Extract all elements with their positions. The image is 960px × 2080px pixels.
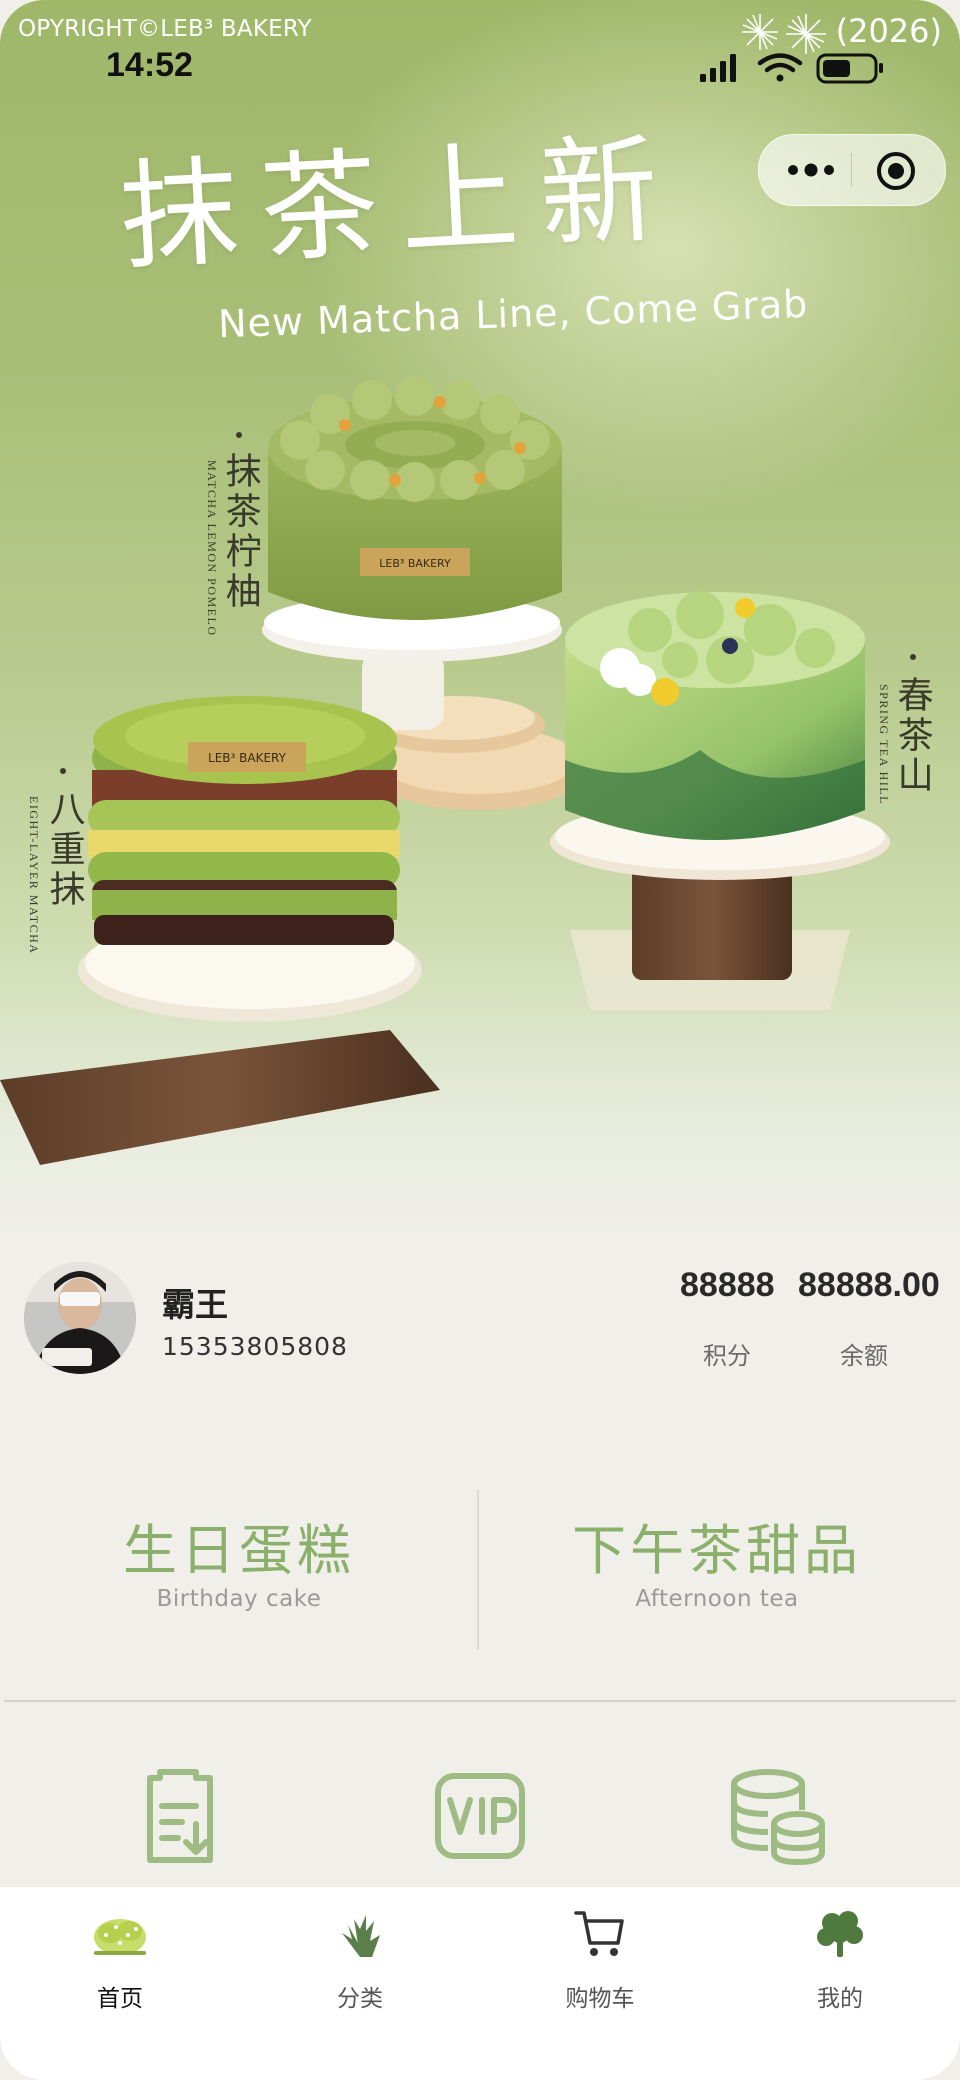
balance-value[interactable]: 88888.00	[798, 1266, 940, 1305]
copyright-text: OPYRIGHT©LEB³ BAKERY	[18, 16, 312, 42]
app-screen: OPYRIGHT©LEB³ BAKERY (2026) 14:52 抹茶上新 N…	[0, 0, 960, 2080]
cake-label-eight-layer: 八重抹	[43, 790, 85, 910]
category-plant-icon	[342, 1915, 380, 1957]
cake-label-spring-tea: 春茶山	[891, 676, 933, 796]
category-subtitle: Birthday cake	[156, 1586, 322, 1612]
profile-flower-icon	[817, 1911, 863, 1957]
wifi-icon	[757, 53, 803, 82]
cake-label-eight-layer-en: EIGHT-LAYER MATCHA	[27, 796, 41, 955]
avatar[interactable]	[24, 1262, 136, 1374]
tab-label: 首页	[97, 1986, 143, 2012]
user-info-row: 霸王 15353805808 88888 积分 88888.00 余额	[0, 1240, 960, 1420]
tab-label: 购物车	[565, 1986, 635, 2012]
user-phone: 15353805808	[162, 1332, 348, 1361]
cake-label-spring-tea-en: SPRING TEA HILL	[877, 684, 891, 805]
cake-plaque-text: LEB³ BAKERY	[379, 557, 451, 570]
cake-plaque-text: LEB³ BAKERY	[208, 751, 287, 765]
label-dot	[910, 654, 916, 660]
balance-label: 余额	[840, 1342, 888, 1370]
vip-icon[interactable]	[430, 1766, 530, 1866]
close-target-icon[interactable]	[875, 150, 917, 192]
category-birthday-cake[interactable]: 生日蛋糕 Birthday cake	[0, 1420, 478, 1700]
cake-illustration: LEB³ BAKERY LEB³ BAKERY	[0, 376, 890, 1165]
hero-banner[interactable]: OPYRIGHT©LEB³ BAKERY (2026) 14:52 抹茶上新 N…	[0, 0, 960, 1240]
home-bush-icon	[94, 1919, 146, 1955]
cart-icon	[574, 1911, 624, 1956]
tab-category[interactable]: 分类	[240, 1887, 480, 2080]
category-title: 下午茶甜品	[572, 1519, 862, 1582]
order-clipboard-icon[interactable]	[130, 1766, 230, 1866]
section-divider	[4, 1700, 956, 1702]
label-dot	[236, 432, 242, 438]
tab-label: 我的	[817, 1986, 863, 2012]
category-subtitle: Afternoon tea	[635, 1586, 799, 1612]
coins-icon[interactable]	[728, 1766, 828, 1866]
tab-profile[interactable]: 我的	[720, 1887, 960, 2080]
tab-home[interactable]: 首页	[0, 1887, 240, 2080]
tab-bar: 首页 分类 购物车 我的	[0, 1886, 960, 2080]
status-time: 14:52	[106, 46, 193, 84]
battery-icon	[816, 53, 883, 84]
label-dot	[60, 768, 66, 774]
hero-headline: 抹茶上新	[116, 119, 684, 287]
capsule-divider	[851, 153, 852, 187]
category-afternoon-tea[interactable]: 下午茶甜品 Afternoon tea	[478, 1420, 956, 1700]
points-label: 积分	[703, 1342, 751, 1370]
signal-icon	[700, 54, 736, 82]
points-value[interactable]: 88888	[680, 1266, 775, 1305]
tab-cart[interactable]: 购物车	[480, 1887, 720, 2080]
cake-label-matcha-lemon-en: MATCHA LEMON POMELO	[205, 460, 219, 637]
year-text: (2026)	[835, 12, 942, 50]
status-icons	[700, 53, 883, 84]
tab-label: 分类	[337, 1986, 383, 2012]
category-panel: 生日蛋糕 Birthday cake 下午茶甜品 Afternoon tea	[0, 1420, 960, 1702]
cake-label-matcha-lemon: 抹茶柠柚	[219, 452, 261, 612]
category-title: 生日蛋糕	[123, 1519, 355, 1582]
user-name: 霸王	[162, 1285, 228, 1324]
